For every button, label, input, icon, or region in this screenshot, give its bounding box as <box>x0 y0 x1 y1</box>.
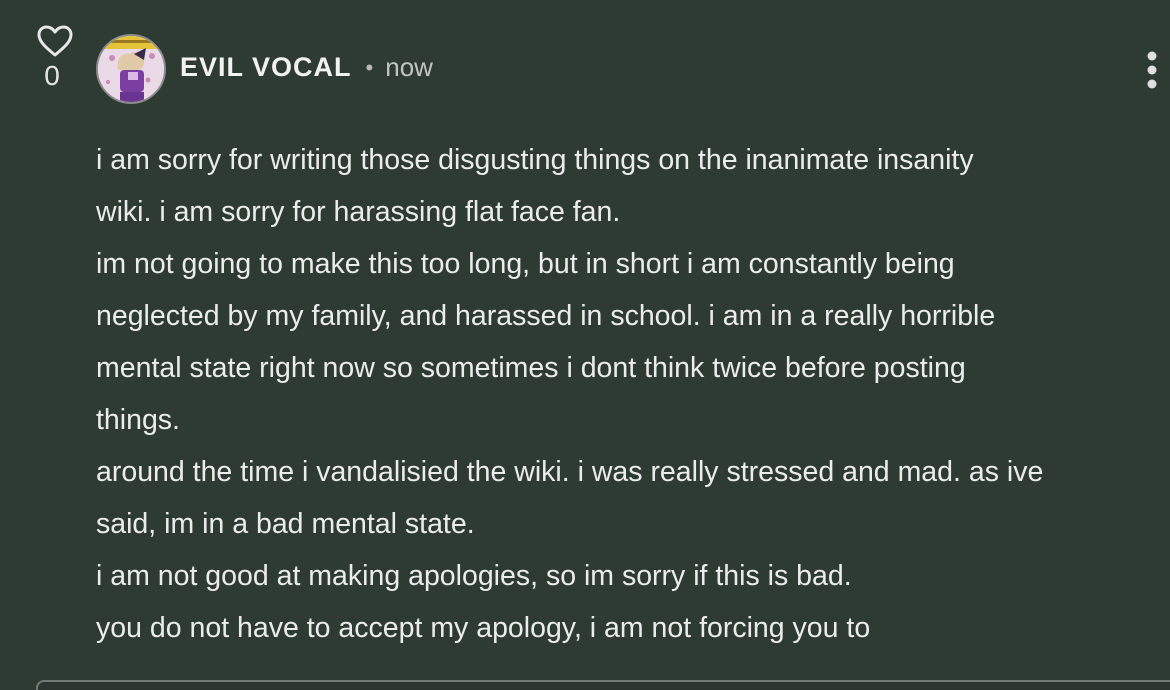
avatar-image <box>98 36 164 102</box>
comment-line: mental state right now so sometimes i do… <box>96 352 966 384</box>
like-column: 0 <box>30 24 80 92</box>
comment-line: around the time i vandalisied the wiki. … <box>96 456 1044 488</box>
like-count: 0 <box>44 60 60 91</box>
comment-line: neglected by my family, and harassed in … <box>96 300 996 332</box>
comment-line: said, im in a bad mental state. <box>96 508 475 540</box>
comment-line: you do not have to accept my apology, i … <box>96 612 871 644</box>
separator-dot: • <box>365 54 374 80</box>
comment-line: i am not good at making apologies, so im… <box>96 560 852 592</box>
avatar[interactable] <box>96 34 166 104</box>
comment-body: i am sorry for writing those disgusting … <box>96 134 1170 654</box>
timestamp: now <box>385 52 433 82</box>
comment-line: things. <box>96 404 180 436</box>
comment-view: 0 EVIL VOCAL • now i am sorry for writin… <box>0 0 1170 690</box>
comment-line: i am sorry for writing those disgusting … <box>96 144 974 176</box>
comment-header: EVIL VOCAL • now <box>180 52 433 83</box>
comment-line: wiki. i am sorry for harassing flat face… <box>96 196 621 228</box>
reply-input[interactable] <box>36 680 1170 690</box>
heart-icon[interactable] <box>36 24 74 58</box>
comment-line: im not going to make this too long, but … <box>96 248 955 280</box>
author-name[interactable]: EVIL VOCAL <box>180 52 352 83</box>
vertical-dots-icon[interactable] <box>1142 50 1162 90</box>
